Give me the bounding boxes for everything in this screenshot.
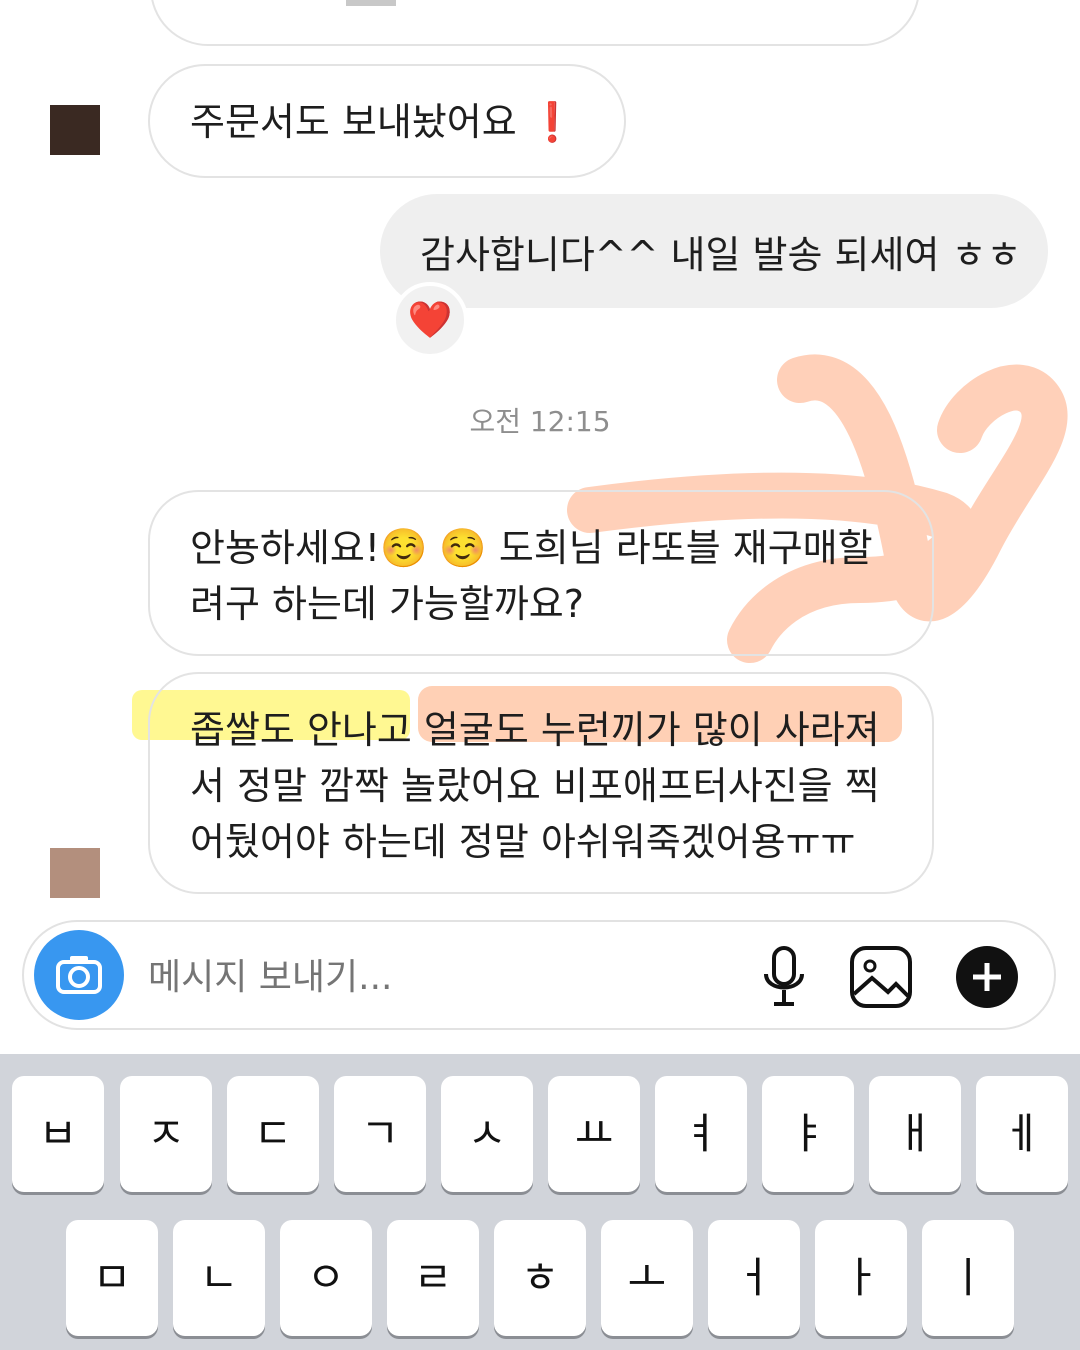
- more-button[interactable]: [956, 946, 1018, 1008]
- message-text-line: 려구 하는데 가능할까요?: [190, 582, 584, 626]
- key[interactable]: ㅑ: [762, 1076, 854, 1192]
- avatar[interactable]: [50, 848, 100, 898]
- key[interactable]: ㄴ: [173, 1220, 265, 1336]
- message-text: 주문서도 보내놨어요: [190, 100, 517, 144]
- voice-button[interactable]: [754, 944, 814, 1010]
- microphone-icon: [764, 946, 804, 1006]
- key[interactable]: ㅇ: [280, 1220, 372, 1336]
- gallery-button[interactable]: [848, 944, 914, 1010]
- avatar[interactable]: [50, 105, 100, 155]
- message-bubble[interactable]: 안뇽하세요!☺️ ☺️ 도희님 라또블 재구매할 려구 하는데 가능할까요?: [148, 490, 934, 656]
- key[interactable]: ㅛ: [548, 1076, 640, 1192]
- key[interactable]: ㅣ: [922, 1220, 1014, 1336]
- message-input[interactable]: [146, 948, 730, 1006]
- previous-message-fragment: [346, 0, 396, 6]
- key[interactable]: ㅁ: [66, 1220, 158, 1336]
- key[interactable]: ㅎ: [494, 1220, 586, 1336]
- key[interactable]: ㄹ: [387, 1220, 479, 1336]
- message-text-line: 어뒀어야 하는데 정말 아쉬워죽겠어용ㅠㅠ: [190, 820, 856, 864]
- key[interactable]: ㅔ: [976, 1076, 1068, 1192]
- message-bubble[interactable]: 좁쌀도 안나고 얼굴도 누런끼가 많이 사라져 서 정말 깜짝 놀랐어요 비포애…: [148, 672, 934, 894]
- message-composer: [22, 920, 1056, 1030]
- message-text: 감사합니다^^ 내일 발송 되세여 ㅎㅎ: [420, 233, 1022, 277]
- key[interactable]: ㅅ: [441, 1076, 533, 1192]
- message-text-line: 좁쌀도 안나고 얼굴도 누런끼가 많이 사라져: [190, 708, 880, 752]
- key[interactable]: ㄱ: [334, 1076, 426, 1192]
- key[interactable]: ㅈ: [120, 1076, 212, 1192]
- exclamation-emoji: ❗: [528, 100, 577, 144]
- key[interactable]: ㅓ: [708, 1220, 800, 1336]
- camera-button[interactable]: [34, 930, 124, 1020]
- heart-reaction[interactable]: ❤️: [392, 282, 468, 358]
- message-text-line: 안뇽하세요!☺️ ☺️ 도희님 라또블 재구매할: [190, 526, 873, 570]
- key[interactable]: ㅕ: [655, 1076, 747, 1192]
- message-bubble[interactable]: 주문서도 보내놨어요 ❗: [148, 64, 626, 178]
- key[interactable]: ㅂ: [12, 1076, 104, 1192]
- camera-icon: [56, 956, 102, 994]
- previous-message-bubble: [150, 0, 920, 46]
- keyboard: ㅂ ㅈ ㄷ ㄱ ㅅ ㅛ ㅕ ㅑ ㅐ ㅔ ㅁ ㄴ ㅇ ㄹ ㅎ ㅗ ㅓ ㅏ ㅣ: [0, 1054, 1080, 1350]
- message-text-line: 서 정말 깜짝 놀랐어요 비포애프터사진을 찍: [190, 764, 880, 808]
- plus-icon: [973, 963, 1001, 991]
- heart-icon: ❤️: [407, 300, 453, 341]
- key[interactable]: ㅏ: [815, 1220, 907, 1336]
- key[interactable]: ㅐ: [869, 1076, 961, 1192]
- message-bubble-outgoing[interactable]: 감사합니다^^ 내일 발송 되세여 ㅎㅎ: [380, 194, 1048, 308]
- key[interactable]: ㄷ: [227, 1076, 319, 1192]
- key[interactable]: ㅗ: [601, 1220, 693, 1336]
- gallery-icon: [850, 946, 912, 1008]
